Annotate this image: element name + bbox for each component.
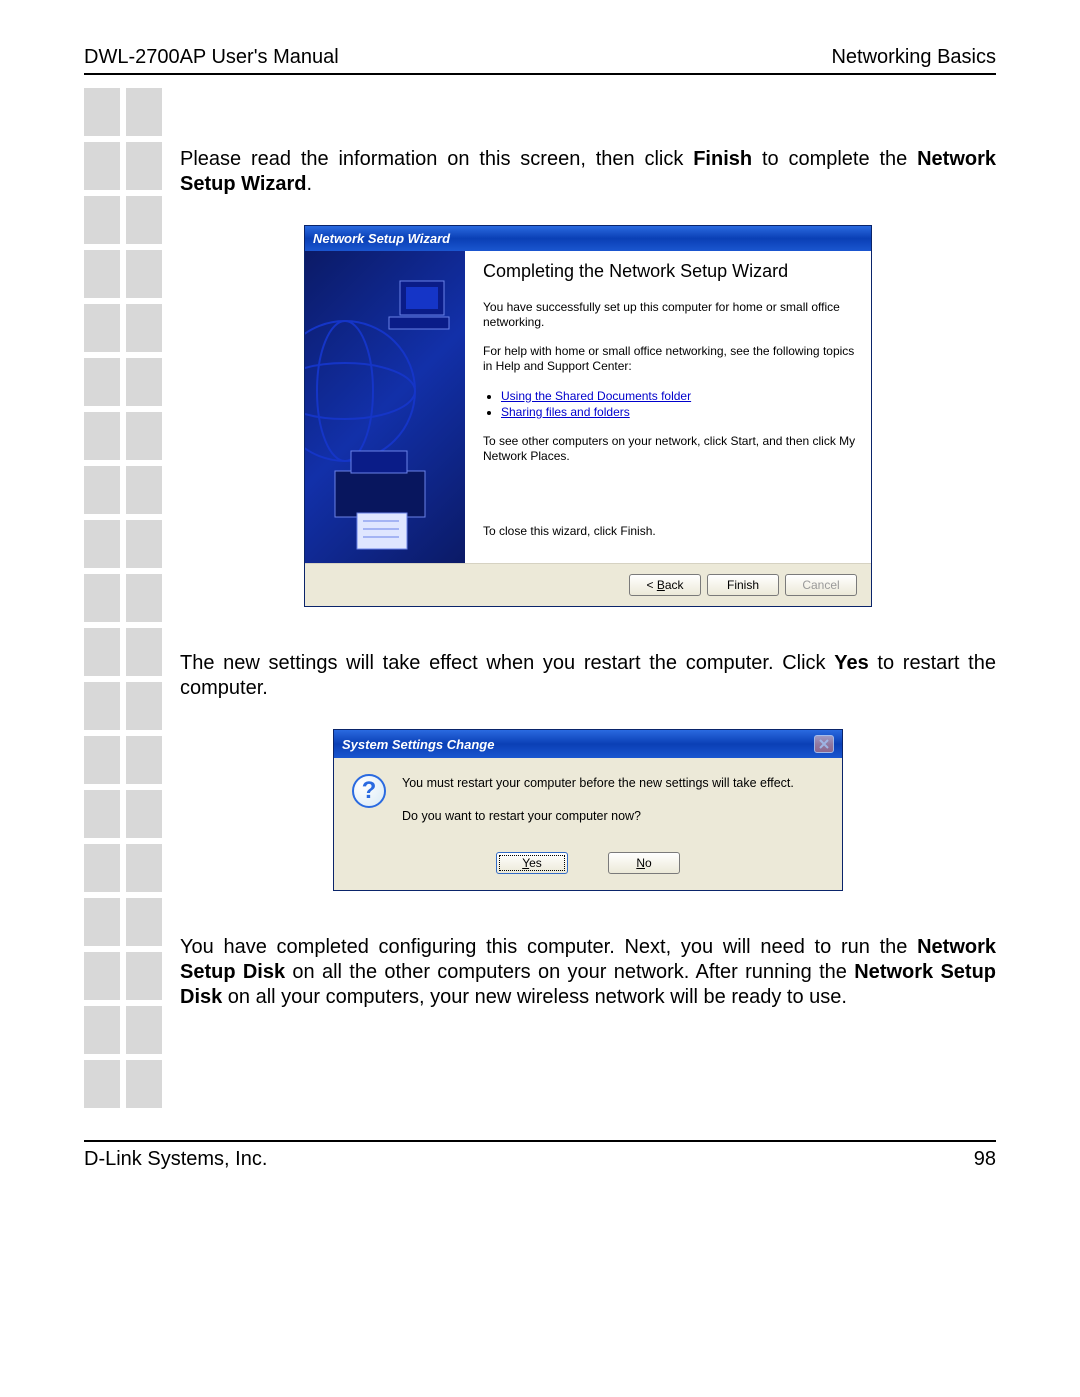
no-button[interactable]: No [608, 852, 680, 874]
wizard-button-bar: < Back Finish Cancel [305, 563, 871, 606]
wizard-text-3: To see other computers on your network, … [483, 434, 857, 464]
back-button[interactable]: < Back [629, 574, 701, 596]
msgbox-line-1: You must restart your computer before th… [402, 774, 794, 793]
intro-paragraph-2: The new settings will take effect when y… [180, 651, 996, 701]
header-left: DWL-2700AP User's Manual [84, 46, 339, 69]
msgbox-titlebar: System Settings Change [334, 730, 842, 758]
system-settings-change-dialog: System Settings Change ? You must restar… [333, 729, 843, 891]
msgbox-button-bar: Yes No [334, 846, 842, 890]
close-icon[interactable] [814, 735, 834, 753]
wizard-text-1: You have successfully set up this comput… [483, 300, 857, 330]
wizard-close-hint: To close this wizard, click Finish. [483, 524, 857, 539]
msgbox-title: System Settings Change [342, 737, 494, 752]
msgbox-line-2: Do you want to restart your computer now… [402, 807, 794, 826]
page-footer: D-Link Systems, Inc. 98 [84, 1140, 996, 1171]
yes-button[interactable]: Yes [496, 852, 568, 874]
wizard-link-sharing-files[interactable]: Sharing files and folders [501, 405, 630, 419]
finish-button[interactable]: Finish [707, 574, 779, 596]
intro-paragraph-1: Please read the information on this scre… [180, 147, 996, 197]
page-header: DWL-2700AP User's Manual Networking Basi… [84, 46, 996, 75]
cancel-button: Cancel [785, 574, 857, 596]
footer-company: D-Link Systems, Inc. [84, 1148, 267, 1171]
wizard-heading: Completing the Network Setup Wizard [483, 261, 857, 282]
network-setup-wizard-window: Network Setup Wizard [304, 225, 872, 607]
page-number: 98 [974, 1148, 996, 1171]
wizard-titlebar: Network Setup Wizard [305, 226, 871, 251]
intro-paragraph-3: You have completed configuring this comp… [180, 935, 996, 1010]
header-right: Networking Basics [831, 46, 996, 69]
wizard-text-2: For help with home or small office netwo… [483, 344, 857, 374]
wizard-link-shared-docs[interactable]: Using the Shared Documents folder [501, 389, 691, 403]
wizard-side-graphic [305, 251, 465, 563]
decorative-sidebar [84, 88, 164, 1114]
question-icon: ? [352, 774, 386, 808]
